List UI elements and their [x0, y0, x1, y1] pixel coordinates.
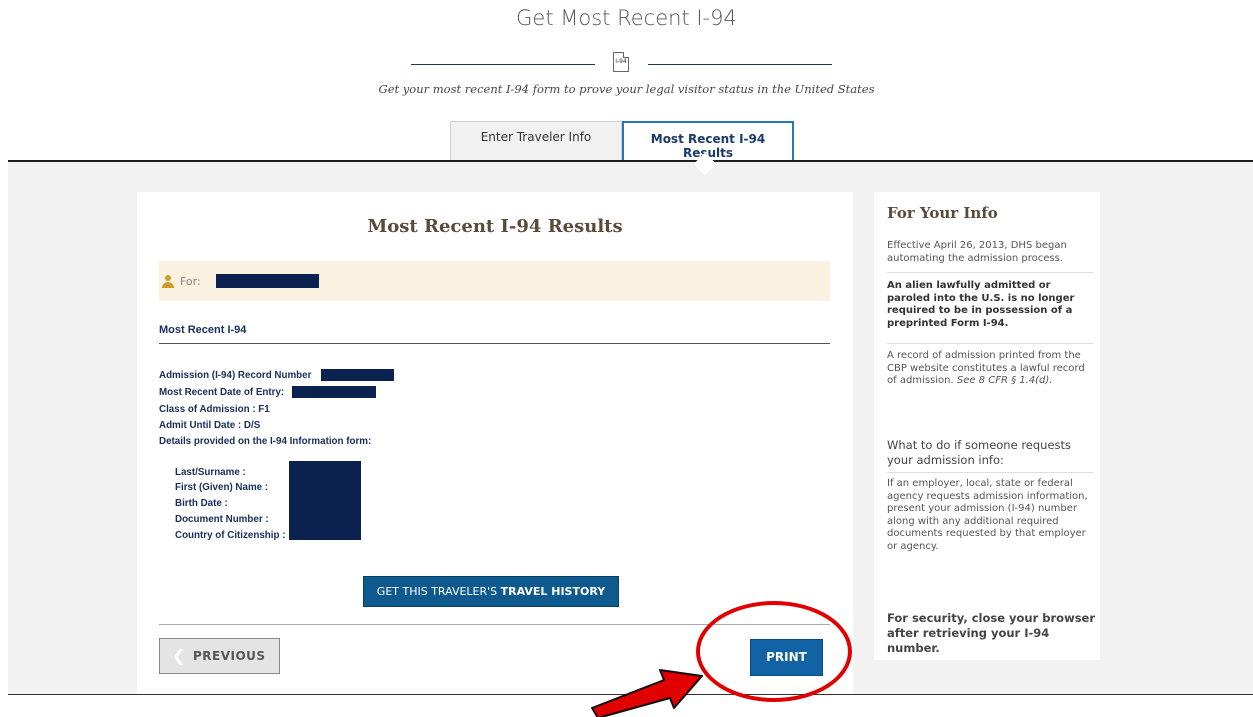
info-security-note: For security, close your browser after r…: [887, 611, 1096, 655]
title-divider-left: [411, 64, 595, 65]
field-first-name: First (Given) Name :: [175, 482, 269, 493]
previous-button[interactable]: ❮ PREVIOUS: [159, 638, 280, 674]
results-heading: Most Recent I-94 Results: [367, 216, 623, 237]
info-record-citation: See 8 CFR § 1.4(d).: [956, 375, 1053, 387]
section-title-most-recent: Most Recent I-94: [159, 324, 247, 336]
section-divider: [159, 343, 830, 344]
i94-document-icon: I-94: [613, 52, 629, 72]
page-subtitle: Get your most recent I-94 form to prove …: [378, 82, 875, 96]
info-paragraph-no-paper: An alien lawfully admitted or paroled in…: [887, 280, 1075, 329]
annotation-highlight-circle: [696, 601, 852, 702]
admission-record-label: Admission (I-94) Record Number: [159, 370, 312, 381]
travel-history-prefix: GET THIS TRAVELER'S: [376, 585, 498, 598]
for-label: For:: [180, 275, 201, 288]
previous-button-label: PREVIOUS: [193, 649, 266, 663]
info-paragraph-automation: Effective April 26, 2013, DHS began auto…: [887, 240, 1067, 264]
info-paragraph-requests: If an employer, local, state or federal …: [887, 478, 1088, 552]
annotation-arrow-icon: [591, 669, 703, 717]
info-divider-3: [887, 472, 1093, 473]
page-title: Get Most Recent I-94: [516, 6, 737, 30]
admit-until-date: Admit Until Date : D/S: [159, 420, 261, 431]
title-divider-right: [648, 64, 832, 65]
class-of-admission: Class of Admission : F1: [159, 404, 270, 415]
field-document-number: Document Number :: [175, 514, 269, 525]
field-last-surname: Last/Surname :: [175, 467, 246, 478]
info-divider-2: [887, 343, 1093, 344]
details-intro: Details provided on the I-94 Information…: [159, 436, 372, 447]
travel-history-button[interactable]: GET THIS TRAVELER'S TRAVEL HISTORY: [363, 576, 619, 607]
info-divider-1: [887, 272, 1093, 273]
field-country-of-citizenship: Country of Citizenship :: [175, 530, 286, 541]
date-of-entry-label: Most Recent Date of Entry:: [159, 387, 285, 398]
person-icon: [162, 275, 174, 288]
info-paragraph-record: A record of admission printed from the C…: [887, 350, 1097, 388]
field-birth-date: Birth Date :: [175, 498, 228, 509]
travel-history-bold: TRAVEL HISTORY: [500, 585, 606, 598]
info-subheading-requests: What to do if someone requests your admi…: [887, 438, 1072, 467]
tab-enter-traveler-info[interactable]: Enter Traveler Info: [450, 121, 622, 161]
redacted-traveler-details: [289, 461, 361, 540]
redacted-date-of-entry: [292, 386, 376, 398]
redacted-traveler-name: [216, 274, 319, 288]
redacted-admission-number: [321, 369, 394, 381]
info-heading: For Your Info: [887, 204, 998, 222]
chevron-left-icon: ❮: [172, 646, 186, 665]
